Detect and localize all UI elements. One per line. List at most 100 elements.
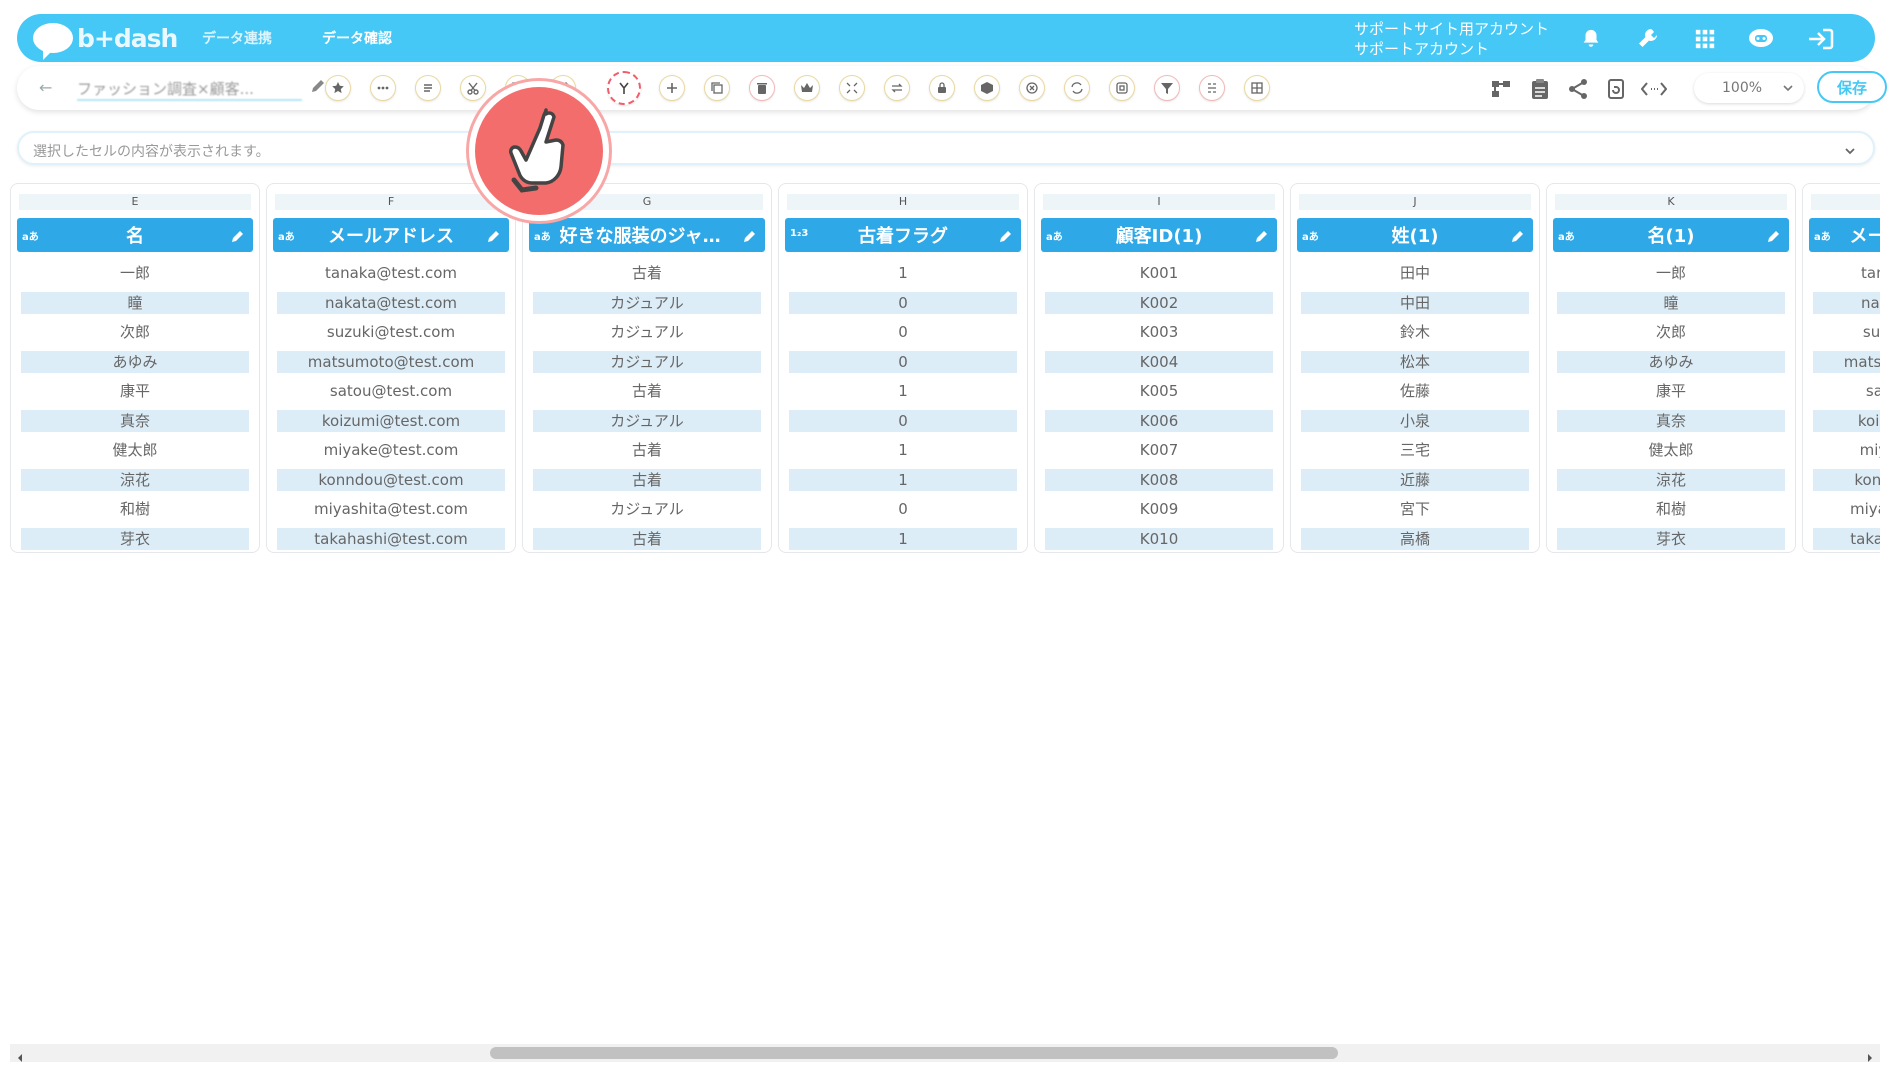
edit-pencil-icon[interactable]	[1255, 227, 1269, 248]
table-cell[interactable]: 0	[789, 321, 1017, 343]
scroll-left-arrow-icon[interactable]	[16, 1048, 24, 1067]
apps-grid-icon[interactable]	[1689, 23, 1721, 55]
copy-icon[interactable]	[704, 75, 730, 101]
table-cell[interactable]: 古着	[533, 468, 761, 491]
horizontal-scrollbar[interactable]	[10, 1044, 1880, 1062]
column-G[interactable]: Gaあ 好きな服装のジャン… 古着 カジュアル カジュアル カジュアル 古着 カジュアル 古着古…	[522, 183, 772, 553]
table-cell[interactable]: suzuki@test.com	[1813, 321, 1880, 343]
column-letter[interactable]: F	[275, 194, 507, 210]
table-cell[interactable]: 1	[789, 262, 1017, 284]
table-cell[interactable]: 古着	[533, 439, 761, 461]
delete-trash-icon[interactable]	[749, 75, 775, 101]
edit-pencil-icon[interactable]	[743, 227, 757, 248]
back-arrow-icon[interactable]: ←	[39, 78, 52, 97]
table-cell[interactable]: カジュアル	[533, 291, 761, 314]
nav-data-check[interactable]: データ確認	[322, 28, 392, 48]
table-cell[interactable]: 古着	[533, 380, 761, 402]
wrench-icon[interactable]	[1633, 23, 1665, 55]
edit-pencil-icon[interactable]	[1767, 227, 1781, 248]
table-cell[interactable]: 三宅	[1301, 439, 1529, 461]
scroll-right-arrow-icon[interactable]	[1866, 1048, 1874, 1067]
chat-bot-icon[interactable]	[1745, 23, 1777, 55]
column-E[interactable]: Eaあ 名一郎瞳次郎 あゆみ 康平 真奈 健太郎 涼花 和樹 芽衣	[10, 183, 260, 553]
table-cell[interactable]: 佐藤	[1301, 380, 1529, 402]
table-cell[interactable]: tanaka@test.com	[277, 262, 505, 284]
expand-chevron-icon[interactable]	[1843, 142, 1857, 161]
replace-icon[interactable]	[1064, 75, 1090, 101]
table-cell[interactable]: matsumoto@test.com	[1813, 350, 1880, 373]
table-cell[interactable]: 健太郎	[21, 439, 249, 461]
table-cell[interactable]: 松本	[1301, 350, 1529, 373]
logo[interactable]: b+dash	[33, 22, 203, 60]
table-cell[interactable]: K007	[1045, 439, 1273, 461]
table-cell[interactable]: カジュアル	[533, 409, 761, 432]
column-letter[interactable]: H	[787, 194, 1019, 210]
table-cell[interactable]: miyake@test.com	[277, 439, 505, 461]
table-cell[interactable]: 1	[789, 527, 1017, 550]
table-cell[interactable]: 康平	[21, 380, 249, 402]
table-cell[interactable]: takahashi@test.com	[277, 527, 505, 550]
table-cell[interactable]: 一郎	[21, 262, 249, 284]
table-cell[interactable]: 0	[789, 409, 1017, 432]
table-cell[interactable]: koizumi@test.com	[277, 409, 505, 432]
box-package-icon[interactable]	[974, 75, 1000, 101]
table-cell[interactable]: nakata@test.com	[277, 291, 505, 314]
column-letter[interactable]: K	[1555, 194, 1787, 210]
table-cell[interactable]: 瞳	[1557, 291, 1785, 314]
column-header[interactable]: aあ 名(1)	[1553, 218, 1789, 252]
table-cell[interactable]: K010	[1045, 527, 1273, 550]
table-cell[interactable]: 一郎	[1557, 262, 1785, 284]
table-cell[interactable]: K003	[1045, 321, 1273, 343]
filter-funnel-icon[interactable]	[1154, 75, 1180, 101]
column-L[interactable]: Laあ メールアドレス(1) tanaka@test.com nakata@test.…	[1802, 183, 1880, 553]
table-cell[interactable]: K004	[1045, 350, 1273, 373]
table-cell[interactable]: nakata@test.com	[1813, 291, 1880, 314]
edit-pencil-icon[interactable]	[231, 227, 245, 248]
pivot-table-icon[interactable]	[1244, 75, 1270, 101]
edit-pencil-icon[interactable]	[1511, 227, 1525, 248]
table-cell[interactable]: konndou@test.com	[277, 468, 505, 491]
table-cell[interactable]: K005	[1045, 380, 1273, 402]
table-cell[interactable]: 古着	[533, 527, 761, 550]
logout-icon[interactable]	[1805, 23, 1837, 55]
column-header[interactable]: aあ 好きな服装のジャン…	[529, 218, 765, 252]
clear-x-icon[interactable]	[1019, 75, 1045, 101]
clipboard-icon[interactable]	[1527, 76, 1553, 102]
column-header[interactable]: aあ 姓(1)	[1297, 218, 1533, 252]
table-cell[interactable]: miyashita@test.com	[1813, 498, 1880, 520]
column-F[interactable]: Faあ メールアドレス tanaka@test.com nakata@test.com…	[266, 183, 516, 553]
table-cell[interactable]: 古着	[533, 262, 761, 284]
table-cell[interactable]: 鈴木	[1301, 321, 1529, 343]
table-cell[interactable]: 0	[789, 498, 1017, 520]
column-letter[interactable]: I	[1043, 194, 1275, 210]
table-cell[interactable]: 涼花	[1557, 468, 1785, 491]
column-header[interactable]: aあ 顧客ID(1)	[1041, 218, 1277, 252]
group-icon[interactable]	[1199, 75, 1225, 101]
column-J[interactable]: Jaあ 姓(1) 田中 中田 鈴木 松本 佐藤 小泉 三宅 近藤 宮下 高橋	[1290, 183, 1540, 553]
table-cell[interactable]: tanaka@test.com	[1813, 262, 1880, 284]
nav-data-link[interactable]: データ連携	[202, 28, 272, 48]
table-cell[interactable]: カジュアル	[533, 350, 761, 373]
save-button[interactable]: 保存	[1817, 71, 1887, 103]
table-cell[interactable]: カジュアル	[533, 321, 761, 343]
table-cell[interactable]: 1	[789, 380, 1017, 402]
column-header[interactable]: aあ メールアドレス	[273, 218, 509, 252]
table-cell[interactable]: satou@test.com	[1813, 380, 1880, 402]
table-cell[interactable]: K009	[1045, 498, 1273, 520]
flow-diagram-icon[interactable]	[1488, 76, 1514, 102]
table-cell[interactable]: miyake@test.com	[1813, 439, 1880, 461]
table-cell[interactable]: 0	[789, 350, 1017, 373]
zoom-select[interactable]: 100%	[1694, 73, 1804, 103]
table-cell[interactable]: satou@test.com	[277, 380, 505, 402]
table-cell[interactable]: 瞳	[21, 291, 249, 314]
column-header[interactable]: aあ メールアドレス(1)	[1809, 218, 1880, 252]
column-letter[interactable]: J	[1299, 194, 1531, 210]
table-cell[interactable]: 真奈	[21, 409, 249, 432]
table-cell[interactable]: 次郎	[1557, 321, 1785, 343]
table-cell[interactable]: 和樹	[1557, 498, 1785, 520]
table-cell[interactable]: 0	[789, 291, 1017, 314]
table-cell[interactable]: K002	[1045, 291, 1273, 314]
table-cell[interactable]: K006	[1045, 409, 1273, 432]
table-cell[interactable]: 康平	[1557, 380, 1785, 402]
column-header[interactable]: 1₂3 古着フラグ	[785, 218, 1021, 252]
